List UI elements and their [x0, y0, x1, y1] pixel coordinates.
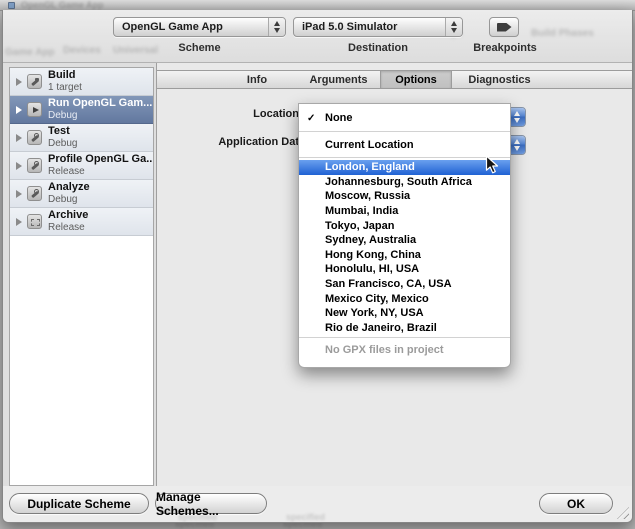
- destination-popup-value: iPad 5.0 Simulator: [302, 21, 445, 33]
- destination-popup[interactable]: iPad 5.0 Simulator: [293, 17, 463, 37]
- disclosure-triangle-icon[interactable]: [16, 190, 22, 198]
- menu-item-location[interactable]: Hong Kong, China: [299, 248, 510, 263]
- hammer-icon: [27, 74, 42, 89]
- menu-separator: [299, 131, 510, 132]
- ok-button[interactable]: OK: [539, 493, 613, 514]
- background-ghost-text: Devices: [63, 45, 101, 56]
- destination-label: Destination: [293, 42, 463, 54]
- sheet-toolbar: Game App Devices Universal Build Setting…: [3, 10, 632, 62]
- menu-footer-note: No GPX files in project: [299, 341, 510, 359]
- breakpoints-label: Breakpoints: [455, 42, 555, 54]
- scheme-row-subtitle: Debug: [48, 110, 152, 122]
- application-data-label: Application Dat: [157, 136, 299, 148]
- tab-bar: Info Arguments Options Diagnostics: [157, 70, 632, 89]
- scheme-row-title: Build: [48, 69, 82, 82]
- menu-item-location[interactable]: Tokyo, Japan: [299, 218, 510, 233]
- popup-arrows-icon: [445, 18, 462, 36]
- menu-item-label: Current Location: [325, 139, 414, 151]
- scheme-row-subtitle: Release: [48, 222, 88, 234]
- sidebar-scheme-row[interactable]: Analyze Debug: [10, 180, 153, 208]
- tab[interactable]: Arguments: [297, 71, 380, 88]
- background-ghost-text: Game App: [5, 47, 55, 58]
- location-dropdown-menu: ✓ None Current Location London, England …: [298, 103, 511, 368]
- disclosure-triangle-icon[interactable]: [16, 134, 22, 142]
- popup-arrows-icon: [268, 18, 285, 36]
- scheme-row-title: Analyze: [48, 181, 90, 194]
- scheme-row-subtitle: 1 target: [48, 82, 82, 94]
- play-icon: [27, 102, 42, 117]
- background-ghost-text: Build Phases: [531, 28, 594, 39]
- scheme-row-subtitle: Debug: [48, 194, 90, 206]
- menu-item-location[interactable]: London, England: [299, 160, 510, 175]
- disclosure-triangle-icon[interactable]: [16, 162, 22, 170]
- menu-item-location[interactable]: Mumbai, India: [299, 204, 510, 219]
- scheme-row-subtitle: Debug: [48, 138, 77, 150]
- tab[interactable]: Diagnostics: [452, 71, 547, 88]
- wrench-icon: [27, 130, 42, 145]
- scheme-row-title: Profile OpenGL Ga...: [48, 153, 153, 166]
- menu-item-location[interactable]: Johannesburg, South Africa: [299, 175, 510, 190]
- sidebar-scheme-row[interactable]: Archive Release: [10, 208, 153, 236]
- duplicate-scheme-button[interactable]: Duplicate Scheme: [9, 493, 149, 514]
- background-ghost-text: specified: [286, 512, 325, 522]
- disclosure-triangle-icon[interactable]: [16, 106, 22, 114]
- document-proxy-icon: [8, 2, 15, 9]
- scheme-label: Scheme: [113, 42, 286, 54]
- sheet-footer-bar: specified specified Duplicate Scheme Man…: [3, 486, 632, 522]
- menu-item-location[interactable]: New York, NY, USA: [299, 306, 510, 321]
- menu-item-current-location[interactable]: Current Location: [299, 134, 510, 156]
- tab[interactable]: Options: [380, 71, 452, 88]
- menu-item-location[interactable]: Honolulu, HI, USA: [299, 262, 510, 277]
- location-label: Location: [157, 108, 299, 120]
- menu-item-location[interactable]: Mexico City, Mexico: [299, 291, 510, 306]
- schemes-sidebar: Build 1 target Run OpenGL Gam... Debug: [9, 67, 154, 486]
- menu-item-location[interactable]: Moscow, Russia: [299, 189, 510, 204]
- breakpoints-button[interactable]: [489, 17, 519, 37]
- resize-grip[interactable]: [617, 507, 629, 519]
- menu-item-label: None: [325, 112, 353, 124]
- sidebar-scheme-row[interactable]: Profile OpenGL Ga... Release: [10, 152, 153, 180]
- menu-item-location[interactable]: Rio de Janeiro, Brazil: [299, 321, 510, 336]
- sidebar-scheme-row[interactable]: Test Debug: [10, 124, 153, 152]
- box-icon: [27, 214, 42, 229]
- background-window-title: OpenGL Game App: [21, 0, 104, 10]
- disclosure-triangle-icon[interactable]: [16, 78, 22, 86]
- sidebar-scheme-row[interactable]: Build 1 target: [10, 68, 153, 96]
- manage-schemes-button[interactable]: Manage Schemes...: [155, 493, 267, 514]
- menu-item-none[interactable]: ✓ None: [299, 107, 510, 129]
- scheme-editor-sheet: Game App Devices Universal Build Setting…: [2, 10, 633, 523]
- menu-separator: [299, 157, 510, 158]
- wrench-icon: [27, 158, 42, 173]
- scheme-row-title: Archive: [48, 209, 88, 222]
- tab[interactable]: Info: [217, 71, 297, 88]
- breakpoint-arrow-icon: [497, 23, 512, 32]
- menu-item-location[interactable]: San Francisco, CA, USA: [299, 277, 510, 292]
- sidebar-scheme-row[interactable]: Run OpenGL Gam... Debug: [10, 96, 153, 124]
- scheme-popup-value: OpenGL Game App: [122, 21, 268, 33]
- scheme-popup[interactable]: OpenGL Game App: [113, 17, 286, 37]
- wrench-icon: [27, 186, 42, 201]
- menu-item-location[interactable]: Sydney, Australia: [299, 233, 510, 248]
- menu-separator: [299, 337, 510, 338]
- mouse-cursor: [485, 155, 499, 175]
- menu-location-list: London, England Johannesburg, South Afri…: [299, 160, 510, 335]
- scheme-row-title: Run OpenGL Gam...: [48, 97, 152, 110]
- scheme-row-subtitle: Release: [48, 166, 153, 178]
- scheme-row-title: Test: [48, 125, 77, 138]
- checkmark-icon: ✓: [307, 113, 315, 124]
- disclosure-triangle-icon[interactable]: [16, 218, 22, 226]
